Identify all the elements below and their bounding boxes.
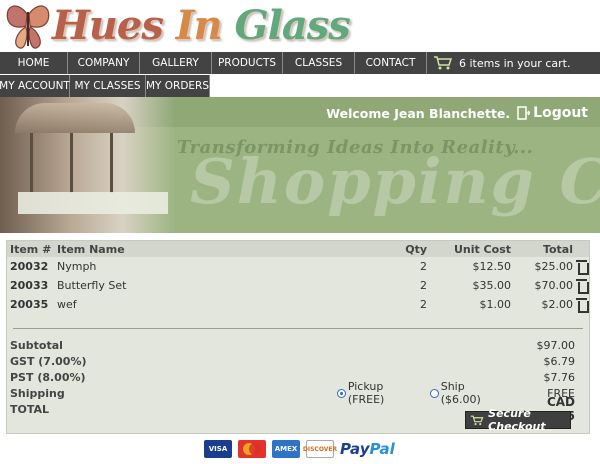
item-number: 20032 (10, 260, 49, 273)
checkout-label: Secure Checkout (488, 407, 546, 433)
shipping-label: Shipping (10, 386, 65, 400)
subtotal-row: Subtotal $97.00 (7, 337, 589, 353)
subtotal-label: Subtotal (10, 338, 63, 352)
gst-label: GST (7.00%) (10, 354, 87, 368)
tagline: Transforming Ideas Into Reality... (177, 137, 534, 158)
trash-icon[interactable] (575, 279, 589, 294)
cart-row: 20032 Nymph 2 $12.50 $25.00 (7, 257, 589, 276)
shipping-ship-radio[interactable]: Ship ($6.00) (429, 380, 507, 406)
shipping-pickup-label: Pickup (FREE) (347, 380, 385, 406)
radio-unselected-icon (429, 388, 439, 398)
total-label: TOTAL (10, 402, 50, 416)
payment-methods: VISA AMEX DISCOVER PayPal (204, 440, 395, 458)
cart-row: 20035 wef 2 $1.00 $2.00 (7, 295, 589, 314)
item-unit-cost: $35.00 (472, 279, 512, 292)
visa-logo-icon: VISA (204, 440, 232, 458)
nav-gallery[interactable]: GALLERY (140, 52, 212, 74)
logo-word-3: Glass (234, 2, 351, 49)
logout-link[interactable]: Logout (516, 105, 588, 121)
carousel-roof (15, 103, 135, 133)
pst-label: PST (8.00%) (10, 370, 86, 384)
cart-summary-text: 6 items in your cart. (459, 56, 571, 70)
cart-divider (13, 328, 583, 329)
item-total: $2.00 (541, 298, 574, 311)
carousel-image (0, 97, 175, 233)
paypal-logo-part-2: Pal (369, 440, 395, 458)
carousel-pole (30, 133, 33, 193)
paypal-logo-part-1: Pay (340, 440, 370, 458)
gst-row: GST (7.00%) $6.79 (7, 353, 589, 369)
logo-word-1: Hues (52, 2, 164, 49)
amex-logo-icon: AMEX (272, 440, 300, 458)
gst-value: $6.79 (543, 354, 576, 368)
item-qty: 2 (420, 279, 427, 292)
cart-table-header: Item # Item Name Qty Unit Cost Total (7, 241, 589, 257)
main-nav: HOME COMPANY GALLERY PRODUCTS CLASSES CO… (0, 52, 600, 74)
mastercard-circles-icon (243, 443, 261, 455)
shopping-cart-panel: Item # Item Name Qty Unit Cost Total 200… (6, 240, 590, 434)
discover-logo-icon: DISCOVER (303, 440, 337, 458)
shipping-pickup-radio[interactable]: Pickup (FREE) (337, 380, 422, 406)
item-unit-cost: $1.00 (479, 298, 512, 311)
shopping-cart-icon (434, 56, 453, 70)
item-qty: 2 (420, 298, 427, 311)
butterfly-icon (6, 5, 50, 49)
paypal-logo-icon: PayPal (340, 440, 395, 458)
shipping-row: Shipping Pickup (FREE) Ship ($6.00) FREE (7, 380, 589, 406)
logout-door-icon (517, 106, 531, 120)
nav-my-orders[interactable]: MY ORDERS (146, 75, 210, 97)
logo-word-2: In (175, 2, 223, 49)
item-total: $70.00 (534, 279, 574, 292)
subtotal-value: $97.00 (536, 338, 576, 352)
welcome-text: Welcome Jean Blanchette. (326, 105, 511, 121)
shipping-options: Pickup (FREE) Ship ($6.00) (337, 380, 507, 406)
item-qty: 2 (420, 260, 427, 273)
logout-label: Logout (533, 105, 588, 121)
nav-products[interactable]: PRODUCTS (212, 52, 283, 74)
header-qty: Qty (405, 242, 427, 256)
welcome-area: Welcome Jean Blanchette. Logout (326, 105, 588, 121)
cart-summary-link[interactable]: 6 items in your cart. (427, 52, 600, 74)
mastercard-logo-icon (238, 440, 266, 458)
item-total: $25.00 (534, 260, 574, 273)
account-nav: MY ACCOUNT MY CLASSES MY ORDERS (0, 75, 600, 97)
shopping-cart-icon (470, 415, 484, 425)
carousel-pole (70, 133, 73, 193)
page-banner: Shopping Cart Transforming Ideas Into Re… (0, 97, 600, 233)
shipping-ship-label: Ship ($6.00) (440, 380, 481, 406)
item-name[interactable]: Nymph (55, 260, 365, 273)
nav-home[interactable]: HOME (0, 52, 68, 74)
item-unit-cost: $12.50 (472, 260, 512, 273)
pst-value: $7.76 (543, 370, 576, 384)
radio-selected-icon (337, 388, 346, 398)
nav-filler (210, 75, 600, 97)
header-item-name: Item Name (57, 242, 125, 256)
item-number: 20035 (10, 298, 49, 311)
trash-icon[interactable] (575, 260, 589, 275)
trash-icon[interactable] (575, 298, 589, 313)
site-header: Hues In Glass (0, 0, 600, 52)
cart-row: 20033 Butterfly Set 2 $35.00 $70.00 (7, 276, 589, 295)
header-unit-cost: Unit Cost (453, 242, 511, 256)
carousel-pole (110, 133, 113, 193)
item-number: 20033 (10, 279, 49, 292)
site-logo[interactable]: Hues In Glass (52, 2, 351, 49)
nav-company[interactable]: COMPANY (68, 52, 140, 74)
nav-classes[interactable]: CLASSES (283, 52, 355, 74)
secure-checkout-button[interactable]: Secure Checkout (465, 407, 571, 433)
nav-contact[interactable]: CONTACT (355, 52, 427, 74)
nav-my-classes[interactable]: MY CLASSES (70, 75, 146, 97)
header-item-num: Item # (10, 242, 52, 256)
item-name[interactable]: wef (55, 298, 365, 311)
item-name[interactable]: Butterfly Set (55, 279, 365, 292)
nav-my-account[interactable]: MY ACCOUNT (0, 75, 70, 97)
header-total: Total (542, 242, 573, 256)
carousel-base (18, 192, 168, 214)
